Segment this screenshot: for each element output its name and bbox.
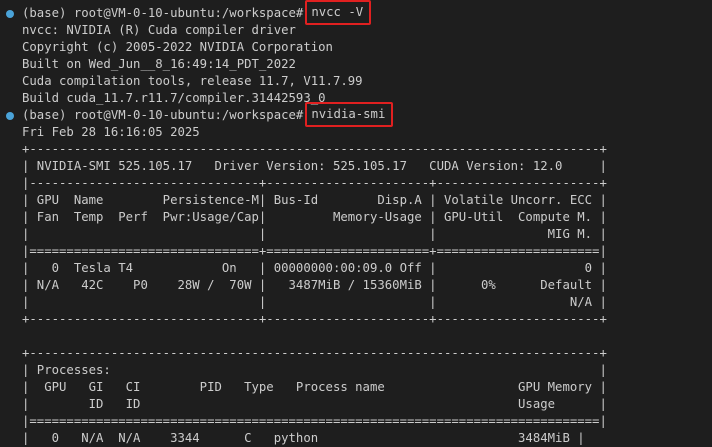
output-line: | | | N/A |: [22, 295, 607, 309]
output-line: | 0 N/A N/A 3344 C python 3484MiB |: [22, 431, 585, 445]
prompt-line: (base) root@VM-0-10-ubuntu:/workspace# nv…: [0, 0, 712, 25]
output-line: Copyright (c) 2005-2022 NVIDIA Corporati…: [22, 40, 333, 54]
output-line: | NVIDIA-SMI 525.105.17 Driver Version: …: [22, 159, 607, 173]
output-line: Cuda compilation tools, release 11.7, V1…: [22, 74, 363, 88]
output-line: nvcc: NVIDIA (R) Cuda compiler driver: [22, 23, 296, 37]
output-line: |-------------------------------+-------…: [22, 176, 607, 190]
output-line: |=======================================…: [22, 414, 607, 428]
output-line: |===============================+=======…: [22, 244, 607, 258]
prompt-text: (base) root@VM-0-10-ubuntu:/workspace#: [22, 6, 304, 20]
output-line: | GPU GI CI PID Type Process name GPU Me…: [22, 380, 607, 394]
prompt-status-dot-icon: [6, 112, 14, 120]
output-line: +---------------------------------------…: [22, 142, 607, 156]
prompt-status-dot-icon: [6, 10, 14, 18]
prompt-line: (base) root@VM-0-10-ubuntu:/workspace# nv…: [0, 102, 712, 127]
output-line: +-------------------------------+-------…: [22, 312, 607, 326]
output-line: | GPU Name Persistence-M| Bus-Id Disp.A …: [22, 193, 607, 207]
output-line: | Fan Temp Perf Pwr:Usage/Cap| Memory-Us…: [22, 210, 607, 224]
terminal-output[interactable]: (base) root@VM-0-10-ubuntu:/workspace# nv…: [0, 0, 712, 446]
output-line: | N/A 42C P0 28W / 70W | 3487MiB / 15360…: [22, 278, 607, 292]
prompt-text: (base) root@VM-0-10-ubuntu:/workspace#: [22, 108, 304, 122]
output-line: +---------------------------------------…: [22, 346, 607, 360]
output-line: | Processes: |: [22, 363, 607, 377]
output-line: Fri Feb 28 16:16:05 2025: [22, 125, 200, 139]
output-line: Built on Wed_Jun__8_16:49:14_PDT_2022: [22, 57, 296, 71]
output-line: | | | MIG M. |: [22, 227, 607, 241]
output-line: | ID ID Usage |: [22, 397, 607, 411]
output-line: | 0 Tesla T4 On | 00000000:00:09.0 Off |…: [22, 261, 607, 275]
